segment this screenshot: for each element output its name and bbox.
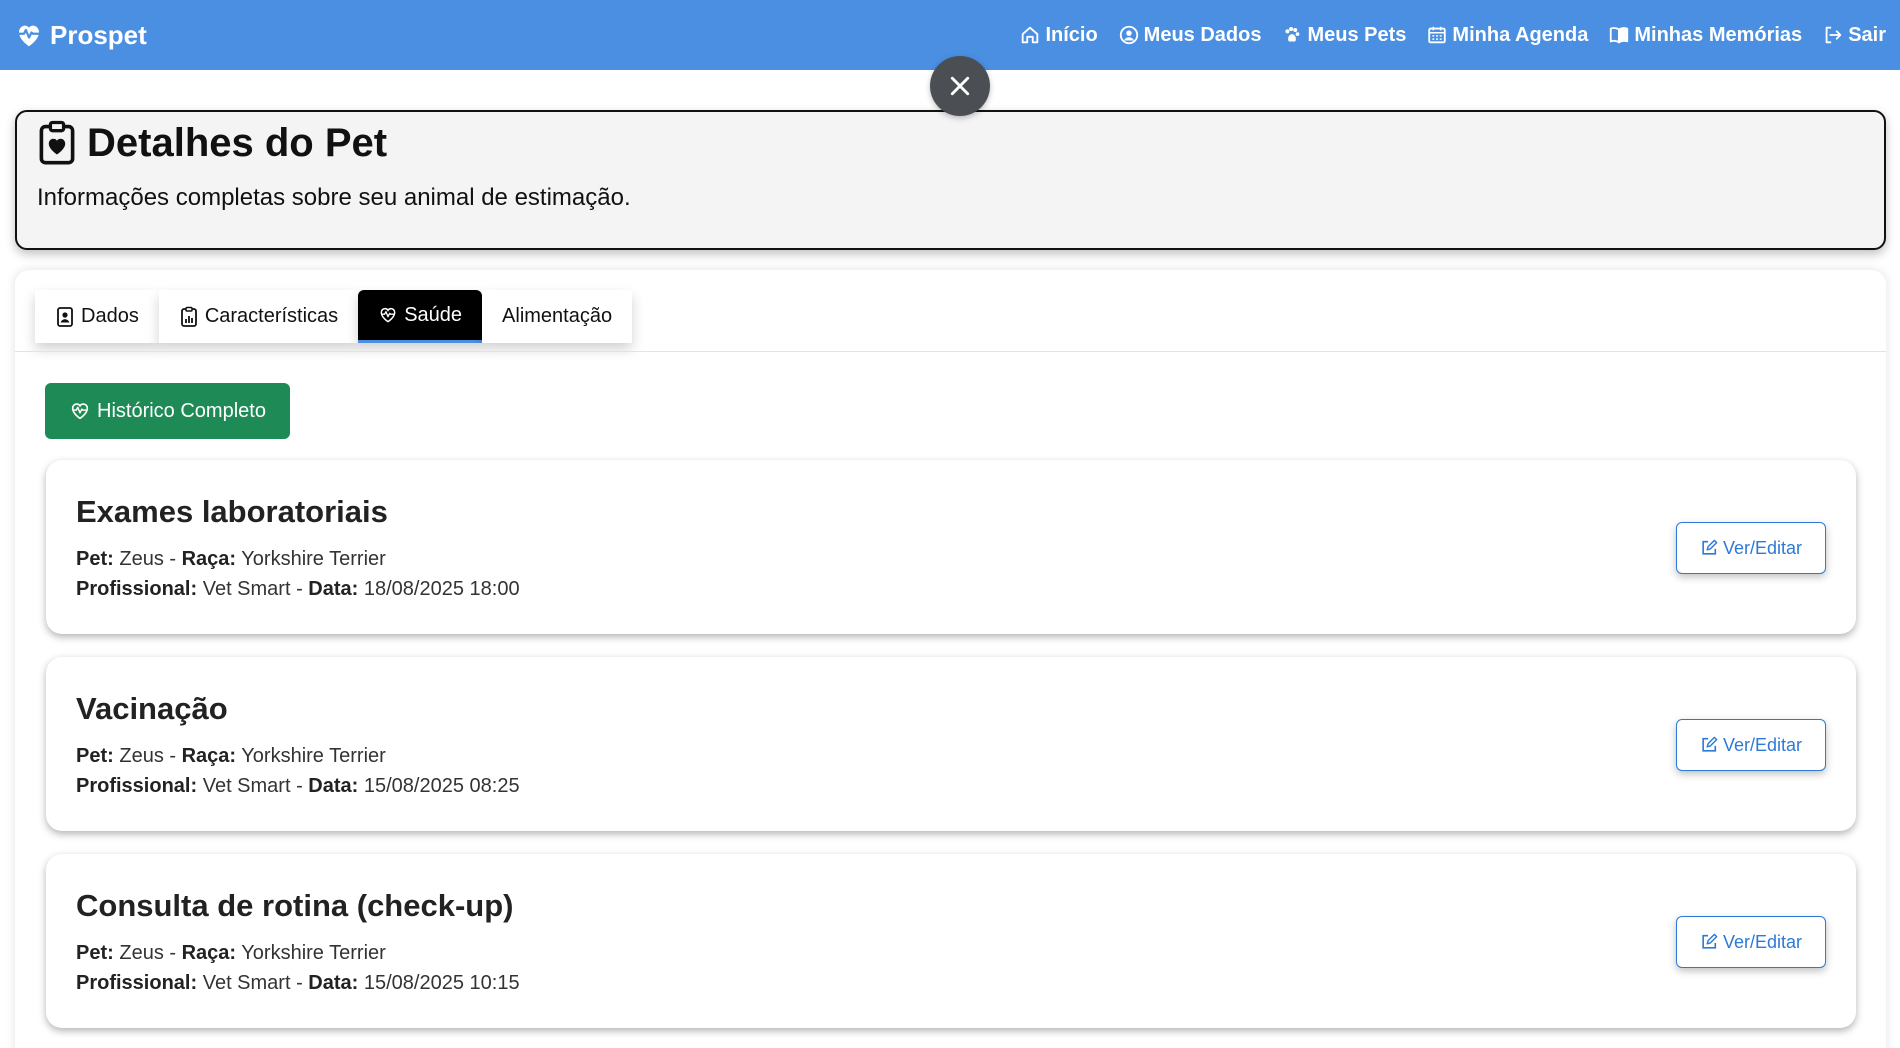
tab-caracteristicas[interactable]: Características [158, 290, 359, 343]
clipboard-chart-icon [180, 306, 197, 327]
calendar-icon [1428, 26, 1447, 44]
tabs-divider [15, 351, 1886, 352]
tab-bar: Dados Características Saúde Alimentação [35, 290, 633, 343]
book-icon [1610, 27, 1629, 44]
nav-link-label: Sair [1848, 23, 1886, 46]
nav-link-label: Meus Dados [1143, 23, 1262, 46]
brand-name: Prospet [50, 19, 147, 50]
page-header-card: Detalhes do Pet Informações completas so… [15, 110, 1886, 250]
page-title-row: Detalhes do Pet [37, 120, 1864, 166]
edit-icon [1702, 933, 1718, 949]
professional-label: Profissional: [76, 578, 198, 600]
pet-label: Pet: [76, 942, 114, 964]
health-record-card: Vacinação Pet: Zeus - Raça: Yorkshire Te… [46, 657, 1856, 831]
heart-pulse-icon [71, 403, 89, 420]
date-label: Data: [308, 578, 359, 600]
separator: - [290, 578, 309, 600]
pet-label: Pet: [76, 745, 114, 767]
nav-link-label: Início [1045, 23, 1098, 46]
view-edit-button[interactable]: Ver/Editar [1676, 719, 1826, 771]
professional-label: Profissional: [76, 972, 198, 994]
record-professional-line: Profissional: Vet Smart - Data: 15/08/20… [76, 775, 520, 798]
view-edit-label: Ver/Editar [1722, 931, 1803, 952]
tab-dados[interactable]: Dados [35, 290, 159, 343]
separator: - [163, 745, 182, 767]
heart-pulse-icon [380, 307, 396, 323]
page-subtitle: Informações completas sobre seu animal d… [37, 184, 631, 211]
health-record-card: Exames laboratoriais Pet: Zeus - Raça: Y… [46, 460, 1856, 634]
pet-name: Zeus [119, 745, 164, 767]
user-circle-icon [1119, 25, 1138, 45]
record-date: 18/08/2025 18:00 [363, 578, 520, 600]
home-icon [1022, 26, 1039, 44]
view-edit-label: Ver/Editar [1722, 734, 1803, 755]
edit-icon [1702, 539, 1718, 555]
nav-link-label: Minha Agenda [1452, 23, 1589, 46]
id-badge-icon [57, 306, 73, 327]
close-button[interactable] [930, 56, 990, 116]
professional-name: Vet Smart [202, 972, 291, 994]
tab-label: Características [204, 305, 339, 327]
date-label: Data: [308, 972, 359, 994]
brand-logo[interactable]: Prospet [14, 20, 147, 51]
breed-label: Raça: [181, 745, 237, 767]
separator: - [163, 548, 182, 570]
edit-icon [1702, 736, 1718, 752]
clipboard-heart-icon [39, 120, 75, 165]
record-date: 15/08/2025 10:15 [363, 972, 520, 994]
pet-name: Zeus [119, 548, 164, 570]
record-title: Consulta de rotina (check-up) [76, 888, 514, 923]
paw-icon [1285, 27, 1300, 42]
breed-label: Raça: [181, 548, 237, 570]
full-history-label: Histórico Completo [97, 399, 266, 422]
pet-breed: Yorkshire Terrier [241, 548, 386, 570]
record-professional-line: Profissional: Vet Smart - Data: 15/08/20… [76, 972, 520, 995]
breed-label: Raça: [181, 942, 237, 964]
professional-name: Vet Smart [202, 578, 291, 600]
view-edit-button[interactable]: Ver/Editar [1676, 522, 1826, 574]
nav-link-meus-pets[interactable]: Meus Pets [1281, 24, 1406, 47]
full-history-button[interactable]: Histórico Completo [45, 383, 290, 439]
record-date: 15/08/2025 08:25 [363, 775, 520, 797]
date-label: Data: [308, 775, 359, 797]
nav-link-meus-dados[interactable]: Meus Dados [1118, 23, 1262, 47]
view-edit-button[interactable]: Ver/Editar [1676, 916, 1826, 968]
logout-icon [1825, 26, 1842, 44]
nav-link-minhas-memorias[interactable]: Minhas Memórias [1608, 24, 1802, 47]
tab-label: Alimentação [502, 305, 613, 327]
separator: - [163, 942, 182, 964]
professional-label: Profissional: [76, 775, 198, 797]
pet-details-card: Dados Características Saúde Alimentação … [15, 270, 1886, 1048]
record-pet-line: Pet: Zeus - Raça: Yorkshire Terrier [76, 942, 386, 965]
record-title: Vacinação [76, 691, 228, 726]
tab-saude[interactable]: Saúde [358, 290, 483, 343]
separator: - [290, 972, 309, 994]
tab-alimentacao[interactable]: Alimentação [482, 290, 633, 343]
record-title: Exames laboratoriais [76, 494, 388, 529]
tab-label: Dados [81, 305, 139, 327]
nav-link-label: Meus Pets [1307, 23, 1407, 46]
view-edit-label: Ver/Editar [1722, 537, 1803, 558]
record-pet-line: Pet: Zeus - Raça: Yorkshire Terrier [76, 745, 386, 768]
separator: - [290, 775, 309, 797]
pet-label: Pet: [76, 548, 114, 570]
record-pet-line: Pet: Zeus - Raça: Yorkshire Terrier [76, 548, 386, 571]
pet-name: Zeus [119, 942, 164, 964]
pet-breed: Yorkshire Terrier [241, 942, 386, 964]
nav-link-inicio[interactable]: Início [1019, 23, 1098, 47]
health-record-card: Consulta de rotina (check-up) Pet: Zeus … [46, 854, 1856, 1028]
nav-link-label: Minhas Memórias [1634, 23, 1803, 46]
heart-pulse-icon [17, 25, 41, 47]
record-professional-line: Profissional: Vet Smart - Data: 18/08/20… [76, 578, 520, 601]
close-icon [950, 76, 970, 96]
professional-name: Vet Smart [202, 775, 291, 797]
pet-breed: Yorkshire Terrier [241, 745, 386, 767]
page-title: Detalhes do Pet [87, 120, 388, 165]
nav-links: Início Meus Dados Meus Pets Minha Agenda… [1019, 24, 1886, 47]
tab-label: Saúde [404, 303, 463, 326]
nav-link-sair[interactable]: Sair [1822, 24, 1886, 47]
nav-link-minha-agenda[interactable]: Minha Agenda [1426, 24, 1588, 47]
